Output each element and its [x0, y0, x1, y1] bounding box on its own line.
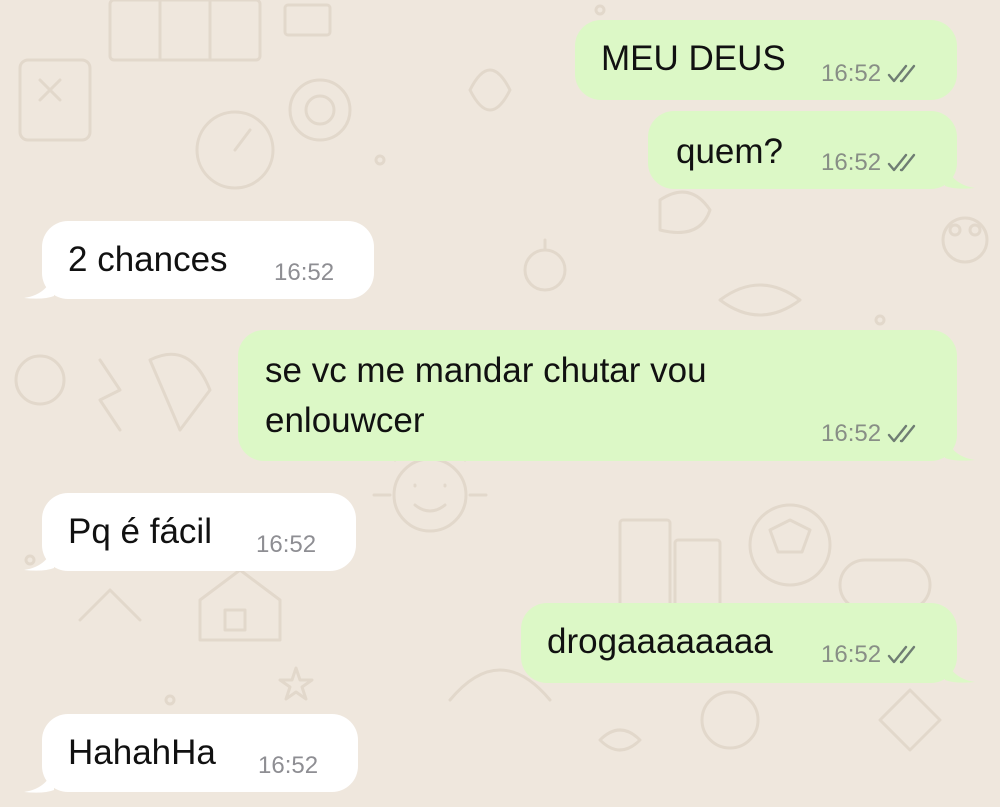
message-time: 16:52: [821, 60, 882, 87]
message-time: 16:52: [821, 420, 882, 447]
message-bubble-outgoing[interactable]: drogaaaaaaaa 16:52: [521, 603, 957, 683]
bubble-tail: [24, 764, 54, 793]
chat-message-list: MEU DEUS 16:52 quem? 16:52 2 chances 16:…: [0, 0, 1000, 807]
message-meta: 16:52: [274, 259, 334, 287]
message-meta: 16:52: [821, 420, 921, 448]
message-bubble-outgoing[interactable]: se vc me mandar chutar vou enlouwcer 16:…: [238, 330, 957, 461]
double-check-icon: [887, 153, 916, 172]
message-bubble-incoming[interactable]: 2 chances 16:52: [42, 221, 374, 299]
message-time: 16:52: [821, 641, 882, 668]
message-time: 16:52: [256, 531, 317, 558]
message-meta: 16:52: [256, 531, 316, 559]
message-time: 16:52: [274, 259, 335, 286]
message-text-line-2: enlouwcer: [265, 401, 425, 440]
message-bubble-incoming[interactable]: HahahHa 16:52: [42, 714, 358, 792]
message-meta: 16:52: [258, 752, 318, 780]
message-meta: 16:52: [821, 60, 921, 88]
message-bubble-outgoing[interactable]: quem? 16:52: [648, 111, 957, 189]
bubble-tail: [24, 542, 54, 571]
message-text: drogaaaaaaaa: [547, 622, 773, 661]
message-meta: 16:52: [821, 641, 921, 669]
message-text: quem?: [676, 132, 784, 171]
message-time: 16:52: [821, 149, 882, 176]
bubble-tail: [945, 654, 975, 683]
message-text: Pq é fácil: [68, 512, 212, 551]
bubble-tail: [24, 270, 54, 299]
double-check-icon: [887, 64, 916, 83]
double-check-icon: [887, 424, 916, 443]
message-time: 16:52: [258, 752, 319, 779]
bubble-tail: [945, 160, 975, 189]
message-text: HahahHa: [68, 733, 216, 772]
message-bubble-outgoing[interactable]: MEU DEUS 16:52: [575, 20, 957, 100]
message-bubble-incoming[interactable]: Pq é fácil 16:52: [42, 493, 356, 571]
message-text-line-1: se vc me mandar chutar vou: [265, 351, 707, 390]
message-meta: 16:52: [821, 149, 921, 177]
double-check-icon: [887, 645, 916, 664]
message-text: MEU DEUS: [601, 39, 786, 78]
message-text: 2 chances: [68, 240, 228, 279]
bubble-tail: [945, 432, 975, 461]
